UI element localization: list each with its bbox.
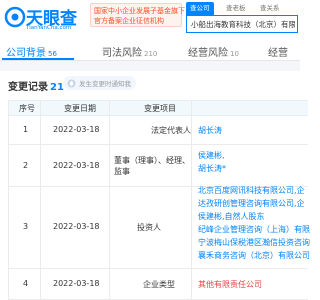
row-date: 2022-03-18 [53,161,100,170]
search-type-tabs: 查公司 查老板 查关系 [186,2,298,15]
row-value-link[interactable]: 侯建彬, [198,150,225,161]
row-value: 其他有限责任公司 [198,280,262,289]
row-date: 2022-03-18 [53,125,100,134]
logo-eye-icon [4,6,26,28]
active-tab-indicator [2,58,74,60]
table-row: 4 2022-03-18 企业类型 其他有限责任公司 [8,269,308,300]
row-value-link[interactable]: 襄禾商务咨询（北京）有限公司 [198,250,310,261]
table-row: 3 2022-03-18 投资人 北京百度网讯科技有限公司,企 达孜研创管理咨询… [8,185,310,269]
logo-subtitle: TianYanCha.com [26,25,72,31]
header-date: 变更日期 [64,104,96,113]
tab-count: 56 [48,50,57,58]
top-header: 天眼查 TianYanCha.com 国家中小企业发展子基金旗下 官方备案企业征… [0,0,300,42]
banner-line-1: 国家中小企业发展子基金旗下 [94,7,185,15]
row-index: 1 [23,125,29,134]
row-index: 3 [23,222,29,231]
row-item-line-1: 董事（理事）、经理、 [114,156,190,165]
row-item: 法定代表人 [151,126,191,135]
tab-count: 10 [230,50,239,58]
change-notify-button[interactable]: 发生变更时通知我 [63,76,136,90]
section-divider [0,61,300,71]
row-index: 2 [23,161,29,170]
search-tab-boss[interactable]: 查老板 [222,2,250,15]
tab-label: 经营 [268,48,288,59]
banner-line-2: 官方备案企业征信机构 [94,17,164,25]
tab-company-background[interactable]: 公司背景 56 [6,44,57,59]
header-index: 序号 [19,104,35,113]
header-item: 变更项目 [144,104,176,113]
table-row: 1 2022-03-18 法定代表人 胡长涛 [8,116,308,145]
row-value-link[interactable]: 宁波梅山保税港区瀚信投资咨询 [198,237,310,248]
row-value-link[interactable]: 侯建彬,自然人股东 [198,211,265,222]
row-item: 企业类型 [143,280,175,289]
section-title: 变更记录 21 [8,78,64,93]
section-count: 21 [50,82,64,93]
search-input[interactable]: 小船出海教育科技（北京）有限公司 [186,15,298,33]
tab-label: 司法风险 [102,48,142,59]
row-value-link[interactable]: 达孜研创管理咨询有限公司,企 [198,198,305,209]
section-title-text: 变更记录 [8,82,48,93]
bell-icon [67,78,76,88]
row-date: 2022-03-18 [53,222,100,231]
row-item-line-2: 监事 [114,167,130,176]
search-tab-relation[interactable]: 查关系 [256,2,284,15]
tab-count: 210 [144,50,158,58]
tab-legal-risk[interactable]: 司法风险 210 [102,44,157,59]
row-value-link[interactable]: 北京百度网讯科技有限公司,企 [198,185,305,196]
search-tab-company[interactable]: 查公司 [186,2,214,15]
row-item: 投资人 [137,223,161,232]
table-row: 2 2022-03-18 董事（理事）、经理、 监事 侯建彬, 胡长涛* [8,145,308,187]
row-value-link[interactable]: 胡长涛 [198,125,222,136]
tab-label: 经营风险 [188,48,228,59]
search-input-value: 小船出海教育科技（北京）有限公司 [191,20,295,29]
tab-operating-risk[interactable]: 经营风险 10 [188,44,239,59]
row-value-link[interactable]: 纪峰企业管理咨询（上海）有限 [198,224,310,235]
row-index: 4 [23,279,29,288]
row-value-link[interactable]: 胡长涛* [198,163,226,174]
certification-banner: 国家中小企业发展子基金旗下 官方备案企业征信机构 [90,3,185,27]
row-date: 2022-03-18 [53,279,100,288]
table-header: 序号 变更日期 变更项目 [8,100,308,116]
row-value-highlight: 其他有限责任公司 [198,279,262,290]
site-logo[interactable]: 天眼查 TianYanCha.com [4,4,86,38]
company-nav-tabs: 公司背景 56 司法风险 210 经营风险 10 经营 [0,42,300,61]
tab-operations[interactable]: 经营 [268,44,288,59]
notify-label: 发生变更时通知我 [79,80,131,88]
